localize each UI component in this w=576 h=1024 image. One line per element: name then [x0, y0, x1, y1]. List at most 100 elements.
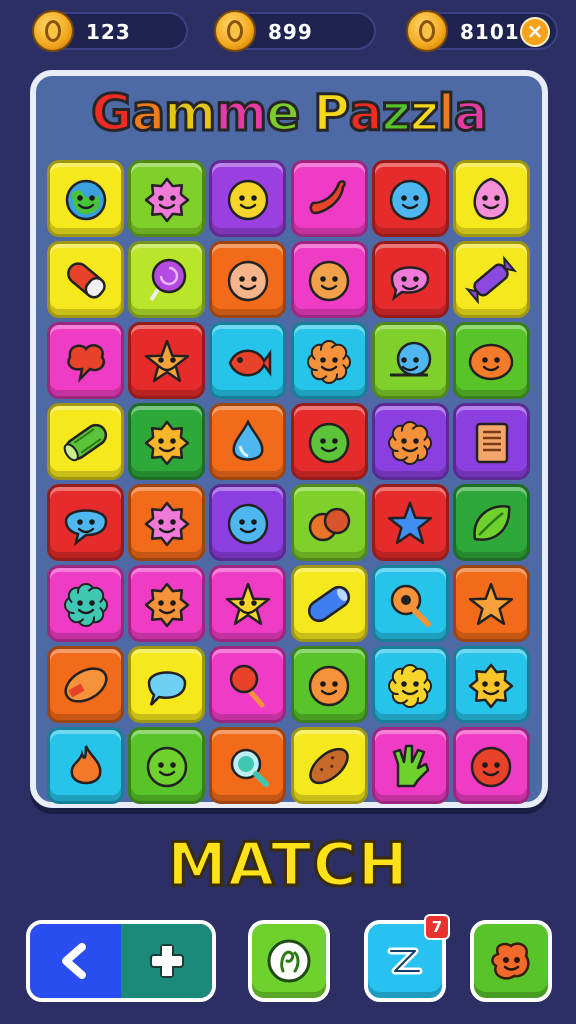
- puzzle-tile[interactable]: [452, 727, 530, 804]
- puzzle-tile[interactable]: [452, 565, 530, 642]
- game-board: Gamme Pazzla: [30, 70, 548, 808]
- teal-magnifier-icon: [230, 748, 269, 787]
- puzzle-tile[interactable]: [371, 727, 449, 804]
- back-button[interactable]: [30, 924, 121, 998]
- special-button[interactable]: [470, 920, 552, 1002]
- puzzle-tile[interactable]: [452, 322, 530, 399]
- peach-face-icon: [227, 260, 269, 301]
- red-chili-icon: [309, 179, 346, 214]
- coin-counter-value: 899: [268, 20, 313, 44]
- puzzle-tile[interactable]: [47, 403, 124, 480]
- game-title: Gamme Pazzla: [36, 83, 542, 144]
- red-lollipop-icon: [229, 664, 265, 707]
- puzzle-tile[interactable]: [371, 322, 449, 399]
- match-label: MATCH: [166, 829, 410, 902]
- green-bug-face-icon: [146, 746, 187, 787]
- puzzle-tile[interactable]: [290, 160, 368, 237]
- puzzle-tile[interactable]: [209, 403, 287, 480]
- coin-counter-2: 899: [214, 10, 376, 52]
- orange-fruit-icon: [308, 507, 351, 541]
- red-pill-icon: [66, 261, 106, 298]
- coin-counter-1: 123: [32, 10, 188, 52]
- title-letter: l: [436, 83, 456, 144]
- puzzle-tile[interactable]: [209, 565, 287, 642]
- puzzle-tile[interactable]: [128, 160, 206, 237]
- hint-button[interactable]: [248, 920, 330, 1002]
- blue-face-icon: [227, 503, 269, 544]
- orange-oval-face-icon: [469, 343, 514, 380]
- puzzle-tile[interactable]: [47, 322, 124, 399]
- puzzle-tile[interactable]: [290, 646, 368, 723]
- puzzle-tile[interactable]: [371, 565, 449, 642]
- puzzle-tile[interactable]: [290, 322, 368, 399]
- sun-gear-face-icon: [144, 420, 189, 465]
- puzzle-tile[interactable]: [371, 403, 449, 480]
- puzzle-tile[interactable]: [209, 646, 287, 723]
- puzzle-tile[interactable]: [47, 160, 124, 237]
- puzzle-tile[interactable]: [452, 484, 530, 561]
- yellow-flower-face-icon: [388, 663, 433, 708]
- blue-speech-bubble-icon: [147, 670, 186, 706]
- shuffle-button[interactable]: 7: [364, 914, 450, 1002]
- blue-speech-face-icon: [64, 508, 107, 546]
- puzzle-tile[interactable]: [290, 241, 368, 318]
- puzzle-tile[interactable]: [47, 727, 124, 804]
- red-splat-icon: [66, 343, 105, 383]
- puzzle-tile[interactable]: [290, 565, 368, 642]
- puzzle-tile[interactable]: [128, 241, 206, 318]
- puzzle-tile[interactable]: [128, 727, 206, 804]
- puzzle-tile[interactable]: [209, 484, 287, 561]
- puzzle-tile[interactable]: [371, 160, 449, 237]
- notebook-icon: [476, 422, 509, 463]
- puzzle-tile[interactable]: [452, 160, 530, 237]
- puzzle-tile[interactable]: [128, 403, 206, 480]
- gold-coin-icon: [32, 10, 74, 52]
- shuffle-icon: [387, 947, 423, 975]
- puzzle-tile[interactable]: [371, 241, 449, 318]
- yellow-sun-face-icon: [469, 663, 514, 708]
- puzzle-tile[interactable]: [128, 646, 206, 723]
- puzzle-tile[interactable]: [128, 484, 206, 561]
- add-button[interactable]: [121, 924, 212, 998]
- puzzle-tile[interactable]: [47, 484, 124, 561]
- puzzle-tile[interactable]: [47, 565, 124, 642]
- puzzle-tile[interactable]: [452, 241, 530, 318]
- puzzle-tile[interactable]: [452, 646, 530, 723]
- close-button[interactable]: ×: [520, 17, 550, 47]
- puzzle-tile[interactable]: [452, 403, 530, 480]
- puzzle-tile[interactable]: [128, 322, 206, 399]
- control-group: [26, 920, 216, 1002]
- title-letter: a: [130, 83, 167, 144]
- coin-counter-3: 8101 ×: [406, 10, 558, 52]
- puzzle-tile[interactable]: [290, 727, 368, 804]
- green-leaf-icon: [473, 504, 511, 541]
- orange-smiley-icon: [308, 260, 350, 301]
- pink-blob-face-icon: [473, 177, 509, 220]
- gold-coin-icon: [214, 10, 256, 52]
- title-letter: a: [452, 83, 489, 144]
- puzzle-tile[interactable]: [209, 727, 287, 804]
- blue-face-icon: [390, 179, 431, 220]
- puzzle-tile[interactable]: [209, 322, 287, 399]
- puzzle-tile[interactable]: [209, 160, 287, 237]
- blue-snail-icon: [390, 341, 432, 376]
- purple-candy-icon: [465, 255, 518, 304]
- title-letter: z: [380, 83, 412, 144]
- puzzle-tile[interactable]: [290, 403, 368, 480]
- orange-blob-face-icon: [491, 942, 530, 980]
- title-letter: a: [347, 83, 384, 144]
- green-globe-face-icon: [65, 179, 106, 220]
- puzzle-tile[interactable]: [128, 565, 206, 642]
- puzzle-tile[interactable]: [371, 484, 449, 561]
- cucumber-icon: [63, 423, 107, 461]
- orange-flower-face-icon: [307, 339, 352, 384]
- puzzle-tile[interactable]: [47, 241, 124, 318]
- puzzle-tile[interactable]: [47, 646, 124, 723]
- puzzle-tile[interactable]: [209, 241, 287, 318]
- yellow-star-face-icon: [225, 582, 271, 625]
- puzzle-tile[interactable]: [290, 484, 368, 561]
- tile-grid: [47, 160, 533, 804]
- red-round-face-icon: [471, 746, 512, 787]
- gold-coin-icon: [406, 10, 448, 52]
- puzzle-tile[interactable]: [371, 646, 449, 723]
